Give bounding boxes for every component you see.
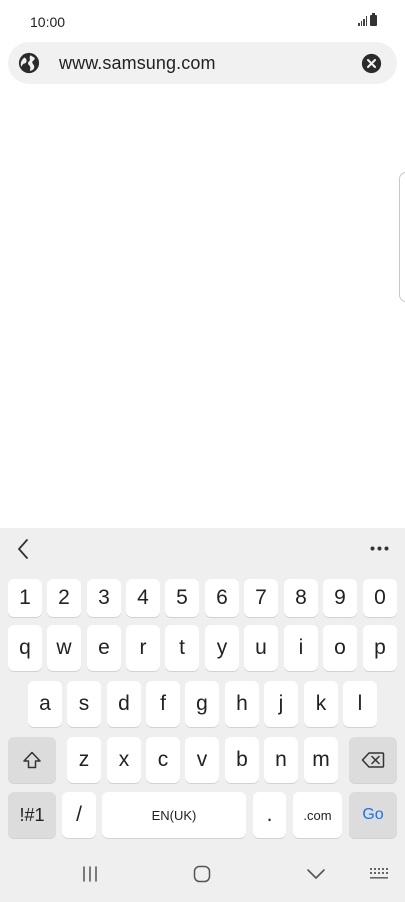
keyboard: 1 2 3 4 5 6 7 8 9 0 q w e r t y u i o p … — [0, 528, 405, 902]
recent-apps-button[interactable] — [80, 864, 100, 884]
shift-icon — [23, 751, 41, 769]
key-t[interactable]: t — [165, 625, 199, 671]
navigation-bar — [0, 848, 405, 902]
url-bar[interactable]: www.samsung.com — [8, 42, 397, 84]
chevron-left-icon[interactable] — [16, 538, 30, 560]
hide-keyboard-button[interactable] — [305, 864, 327, 884]
key-b[interactable]: b — [225, 737, 259, 783]
key-h[interactable]: h — [225, 681, 259, 727]
keyboard-switch-button[interactable] — [368, 864, 390, 884]
battery-icon — [370, 13, 377, 26]
period-key[interactable]: . — [253, 792, 286, 838]
key-i[interactable]: i — [284, 625, 318, 671]
key-a[interactable]: a — [28, 681, 62, 727]
key-j[interactable]: j — [264, 681, 298, 727]
key-k[interactable]: k — [304, 681, 338, 727]
edge-panel-handle[interactable] — [399, 172, 405, 302]
key-z[interactable]: z — [67, 737, 101, 783]
key-8[interactable]: 8 — [284, 579, 318, 617]
keyboard-icon — [370, 868, 388, 879]
key-x[interactable]: x — [107, 737, 141, 783]
more-icon[interactable] — [370, 546, 389, 551]
key-0[interactable]: 0 — [363, 579, 397, 617]
key-d[interactable]: d — [107, 681, 141, 727]
globe-icon[interactable] — [18, 52, 40, 74]
key-9[interactable]: 9 — [323, 579, 357, 617]
key-q[interactable]: q — [8, 625, 42, 671]
dotcom-key[interactable]: .com — [293, 792, 342, 838]
chevron-down-icon — [307, 869, 325, 879]
key-g[interactable]: g — [185, 681, 219, 727]
backspace-icon — [361, 752, 385, 768]
key-m[interactable]: m — [304, 737, 338, 783]
backspace-key[interactable] — [349, 737, 397, 783]
key-o[interactable]: o — [323, 625, 357, 671]
key-p[interactable]: p — [363, 625, 397, 671]
keyboard-toolbar — [0, 528, 405, 568]
key-7[interactable]: 7 — [244, 579, 278, 617]
key-1[interactable]: 1 — [8, 579, 42, 617]
shift-key[interactable] — [8, 737, 56, 783]
symbols-key[interactable]: !#1 — [8, 792, 56, 838]
key-5[interactable]: 5 — [165, 579, 199, 617]
key-3[interactable]: 3 — [87, 579, 121, 617]
key-n[interactable]: n — [264, 737, 298, 783]
key-c[interactable]: c — [146, 737, 180, 783]
key-y[interactable]: y — [205, 625, 239, 671]
url-text[interactable]: www.samsung.com — [59, 53, 216, 74]
signal-icon — [358, 16, 367, 26]
key-l[interactable]: l — [343, 681, 377, 727]
status-icons — [358, 13, 377, 26]
home-button[interactable] — [192, 864, 212, 884]
recent-apps-icon — [83, 866, 97, 882]
key-r[interactable]: r — [126, 625, 160, 671]
home-icon — [193, 865, 211, 883]
key-v[interactable]: v — [185, 737, 219, 783]
key-f[interactable]: f — [146, 681, 180, 727]
key-4[interactable]: 4 — [126, 579, 160, 617]
key-w[interactable]: w — [47, 625, 81, 671]
go-key[interactable]: Go — [349, 792, 397, 838]
clear-icon[interactable] — [361, 53, 382, 74]
status-bar: 10:00 — [0, 0, 405, 40]
key-2[interactable]: 2 — [47, 579, 81, 617]
key-u[interactable]: u — [244, 625, 278, 671]
space-key[interactable]: EN(UK) — [102, 792, 246, 838]
slash-key[interactable]: / — [62, 792, 96, 838]
key-s[interactable]: s — [67, 681, 101, 727]
key-6[interactable]: 6 — [205, 579, 239, 617]
status-time: 10:00 — [30, 14, 66, 30]
key-e[interactable]: e — [87, 625, 121, 671]
